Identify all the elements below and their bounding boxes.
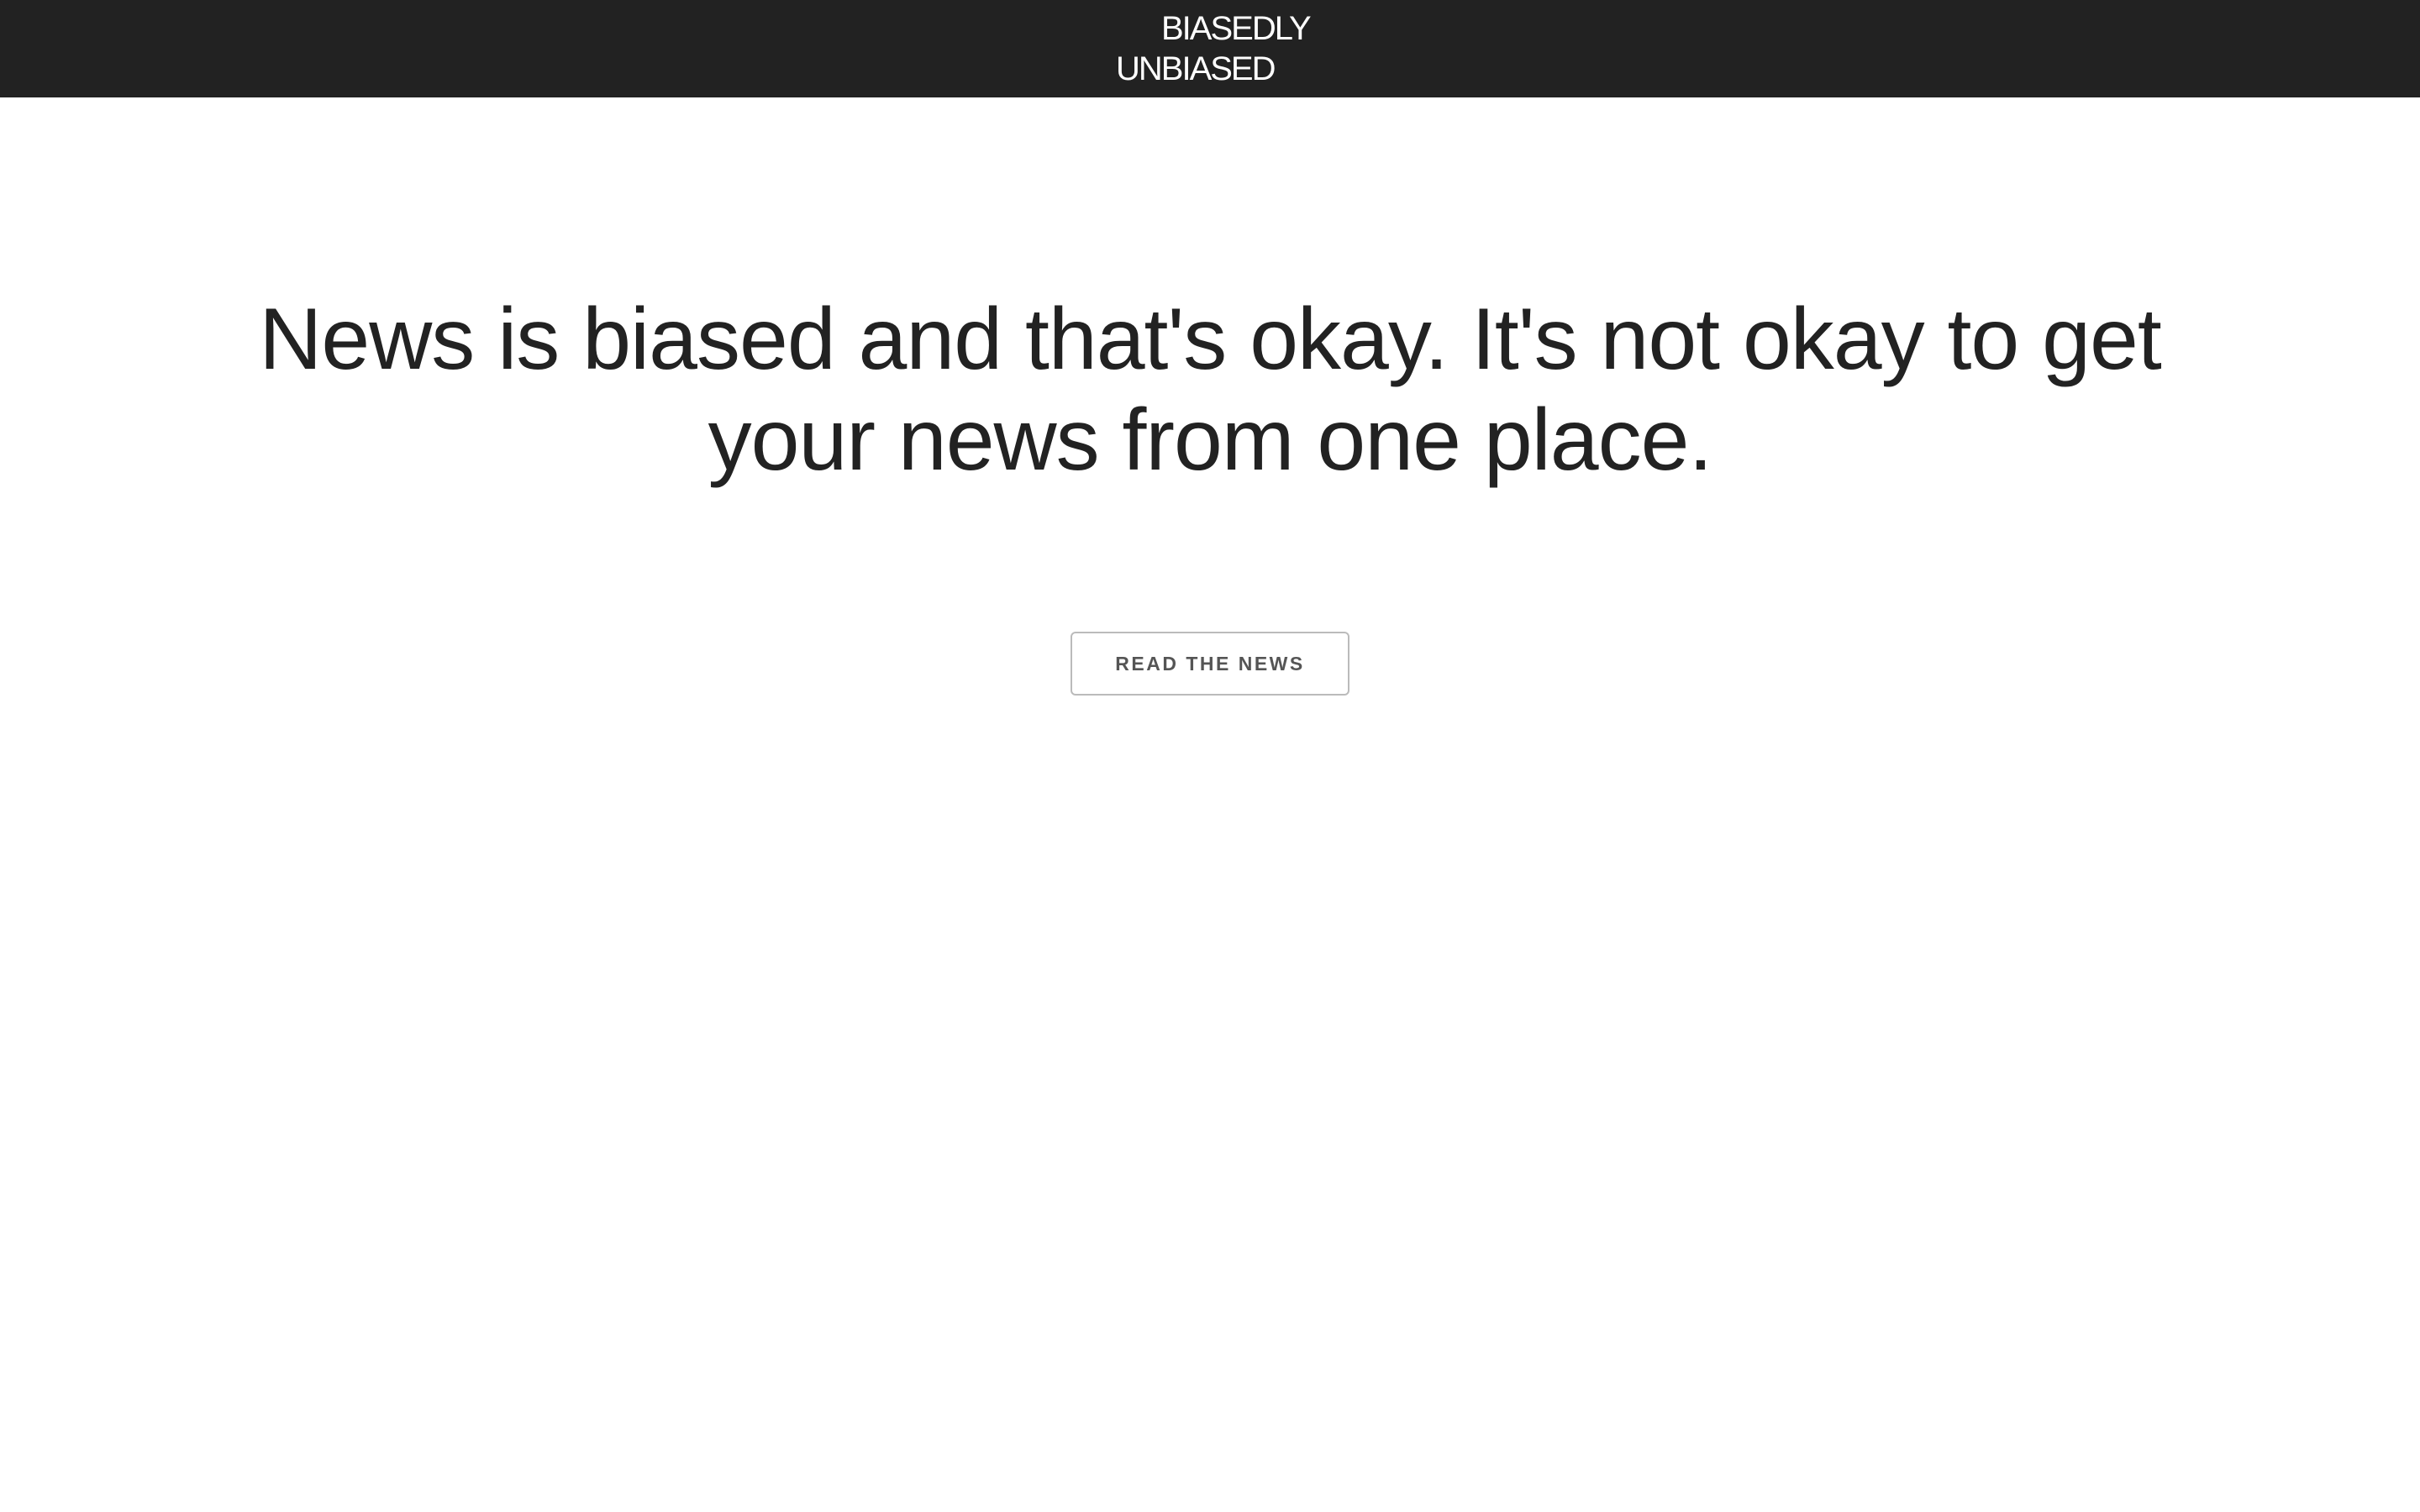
read-the-news-button[interactable]: READ THE NEWS bbox=[1071, 632, 1349, 696]
logo-line-unbiased: UNBIASED bbox=[1116, 50, 1276, 87]
hero-headline: News is biased and that's okay. It's not… bbox=[259, 291, 2161, 489]
logo-line-biasedly: BIASEDLY bbox=[1161, 10, 1312, 47]
hero-section: News is biased and that's okay. It's not… bbox=[202, 289, 2218, 491]
top-bar: BIASEDLY UNBIASED bbox=[0, 0, 2420, 97]
site-logo[interactable]: BIASEDLY UNBIASED bbox=[1116, 8, 1318, 92]
